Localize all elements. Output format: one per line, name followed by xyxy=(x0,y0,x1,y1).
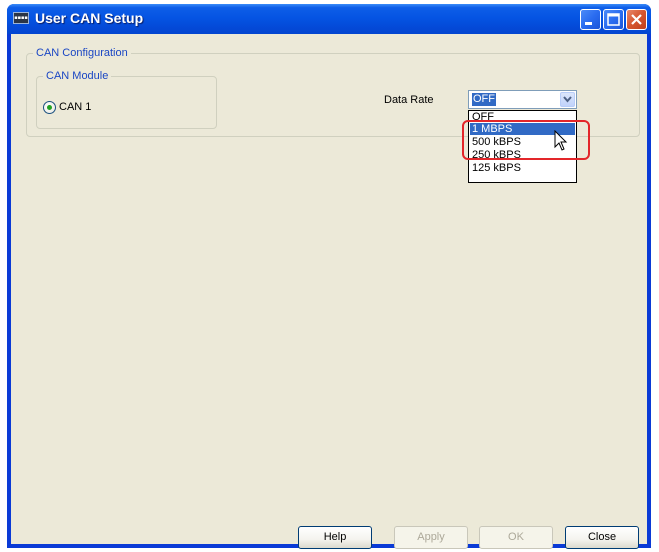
chevron-down-icon xyxy=(563,96,572,103)
can-configuration-label: CAN Configuration xyxy=(33,46,131,60)
dropdown-arrow-button[interactable] xyxy=(560,92,575,107)
maximize-button[interactable] xyxy=(603,9,624,30)
title-bar[interactable]: ▪▪▪▪ User CAN Setup xyxy=(7,4,651,34)
close-button[interactable]: Close xyxy=(565,526,639,549)
data-rate-label: Data Rate xyxy=(384,94,434,106)
user-can-setup-window: ▪▪▪▪ User CAN Setup CAN Configuration CA… xyxy=(7,4,651,549)
dialog-body: CAN Configuration CAN Module CAN 1 Data … xyxy=(11,34,647,549)
annotation-highlight xyxy=(462,120,590,160)
apply-button[interactable]: Apply xyxy=(394,526,468,549)
maximize-icon xyxy=(607,13,620,26)
can-module-label: CAN Module xyxy=(43,69,112,83)
ok-button[interactable]: OK xyxy=(479,526,553,549)
help-button[interactable]: Help xyxy=(298,526,372,549)
close-icon xyxy=(631,14,642,25)
can1-label[interactable]: CAN 1 xyxy=(59,101,91,113)
window-title: User CAN Setup xyxy=(35,10,144,26)
minimize-button[interactable] xyxy=(580,9,601,30)
option-125-kbps[interactable]: 125 kBPS xyxy=(470,162,575,174)
app-icon: ▪▪▪▪ xyxy=(13,12,29,24)
mouse-cursor-icon xyxy=(554,130,568,151)
close-window-button[interactable] xyxy=(626,9,647,30)
data-rate-selected-value: OFF xyxy=(472,93,496,106)
can1-radio[interactable] xyxy=(43,101,56,114)
radio-checked-dot xyxy=(47,105,52,110)
data-rate-dropdown[interactable]: OFF xyxy=(468,90,577,109)
minimize-icon xyxy=(585,22,592,25)
